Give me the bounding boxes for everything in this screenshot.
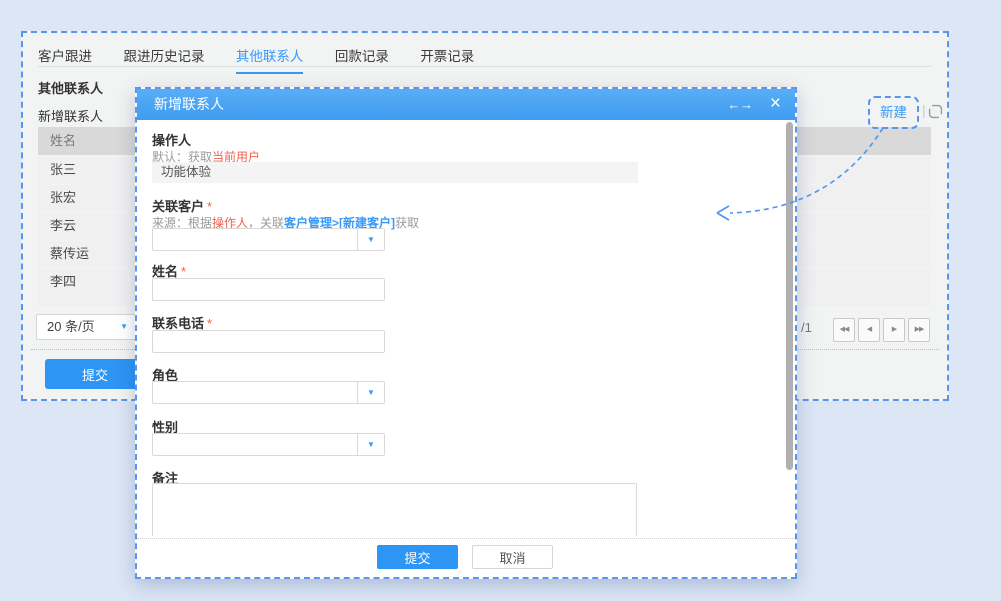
widget-submit-button[interactable]: 提交 xyxy=(45,359,145,389)
new-button-highlight: 新建 xyxy=(868,96,919,129)
modal-cancel-button[interactable]: 取消 xyxy=(472,545,553,569)
first-page-icon: ◀◀ xyxy=(840,326,849,333)
required-asterisk: * xyxy=(207,199,212,214)
modal-scrollbar[interactable] xyxy=(786,122,793,470)
next-page-icon: ▶ xyxy=(892,326,896,333)
required-asterisk: * xyxy=(207,316,212,331)
add-contact-modal: 新增联系人 ← → × 操作人 默认：获取当前用户 功能体验 关联客户* 来源：… xyxy=(135,87,797,579)
tab-follow-history[interactable]: 跟进历史记录 xyxy=(123,45,204,72)
modal-footer-divider xyxy=(137,538,795,539)
modal-submit-button[interactable]: 提交 xyxy=(377,545,458,569)
page-total-label: /1 xyxy=(801,320,812,335)
refresh-icon[interactable] xyxy=(928,104,943,124)
tab-bar: 客户跟进 跟进历史记录 其他联系人 回款记录 开票记录 xyxy=(38,45,501,68)
chevron-down-icon: ▼ xyxy=(120,315,128,339)
page-size-select[interactable]: 20 条/页 ▼ xyxy=(36,314,136,340)
customer-select[interactable]: ▼ xyxy=(152,228,385,251)
prev-page-icon: ◀ xyxy=(867,326,871,333)
tab-payment-records[interactable]: 回款记录 xyxy=(335,45,389,72)
customer-label: 关联客户* xyxy=(152,196,212,215)
name-input[interactable] xyxy=(152,278,385,301)
tab-invoice-records[interactable]: 开票记录 xyxy=(420,45,474,72)
role-select[interactable]: ▼ xyxy=(152,381,385,404)
phone-label-text: 联系电话 xyxy=(152,316,204,331)
toolbar-separator: | xyxy=(922,102,926,118)
chevron-down-icon: ▼ xyxy=(357,229,384,250)
modal-header[interactable]: 新增联系人 ← → × xyxy=(137,89,795,120)
chevron-down-icon: ▼ xyxy=(357,434,384,455)
tab-other-contacts[interactable]: 其他联系人 xyxy=(236,45,304,74)
section-title: 其他联系人 xyxy=(38,78,103,97)
first-page-button[interactable]: ◀◀ xyxy=(833,318,855,342)
next-page-button[interactable]: ▶ xyxy=(883,318,905,342)
operator-label: 操作人 xyxy=(152,130,191,149)
phone-input[interactable] xyxy=(152,330,385,353)
tab-customer-follow[interactable]: 客户跟进 xyxy=(38,45,92,72)
new-button[interactable]: 新建 xyxy=(880,105,907,120)
prev-page-button[interactable]: ◀ xyxy=(858,318,880,342)
close-icon[interactable]: × xyxy=(770,88,781,119)
customer-hint-p5: 获取 xyxy=(395,216,419,230)
customer-label-text: 关联客户 xyxy=(152,199,204,214)
operator-field[interactable]: 功能体验 xyxy=(152,162,638,183)
page: 客户跟进 跟进历史记录 其他联系人 回款记录 开票记录 其他联系人 新增联系人 … xyxy=(0,0,1001,601)
chevron-down-icon: ▼ xyxy=(357,382,384,403)
gender-select[interactable]: ▼ xyxy=(152,433,385,456)
remark-textarea[interactable] xyxy=(152,483,637,536)
tab-divider xyxy=(38,66,932,67)
last-page-icon: ▶▶ xyxy=(915,326,924,333)
last-page-button[interactable]: ▶▶ xyxy=(908,318,930,342)
add-contact-link[interactable]: 新增联系人 xyxy=(38,106,103,125)
modal-title: 新增联系人 xyxy=(154,89,224,120)
expand-icon[interactable]: ← → xyxy=(727,89,751,120)
required-asterisk: * xyxy=(181,264,186,279)
name-label-text: 姓名 xyxy=(152,264,178,279)
page-size-value: 20 条/页 xyxy=(47,319,95,334)
